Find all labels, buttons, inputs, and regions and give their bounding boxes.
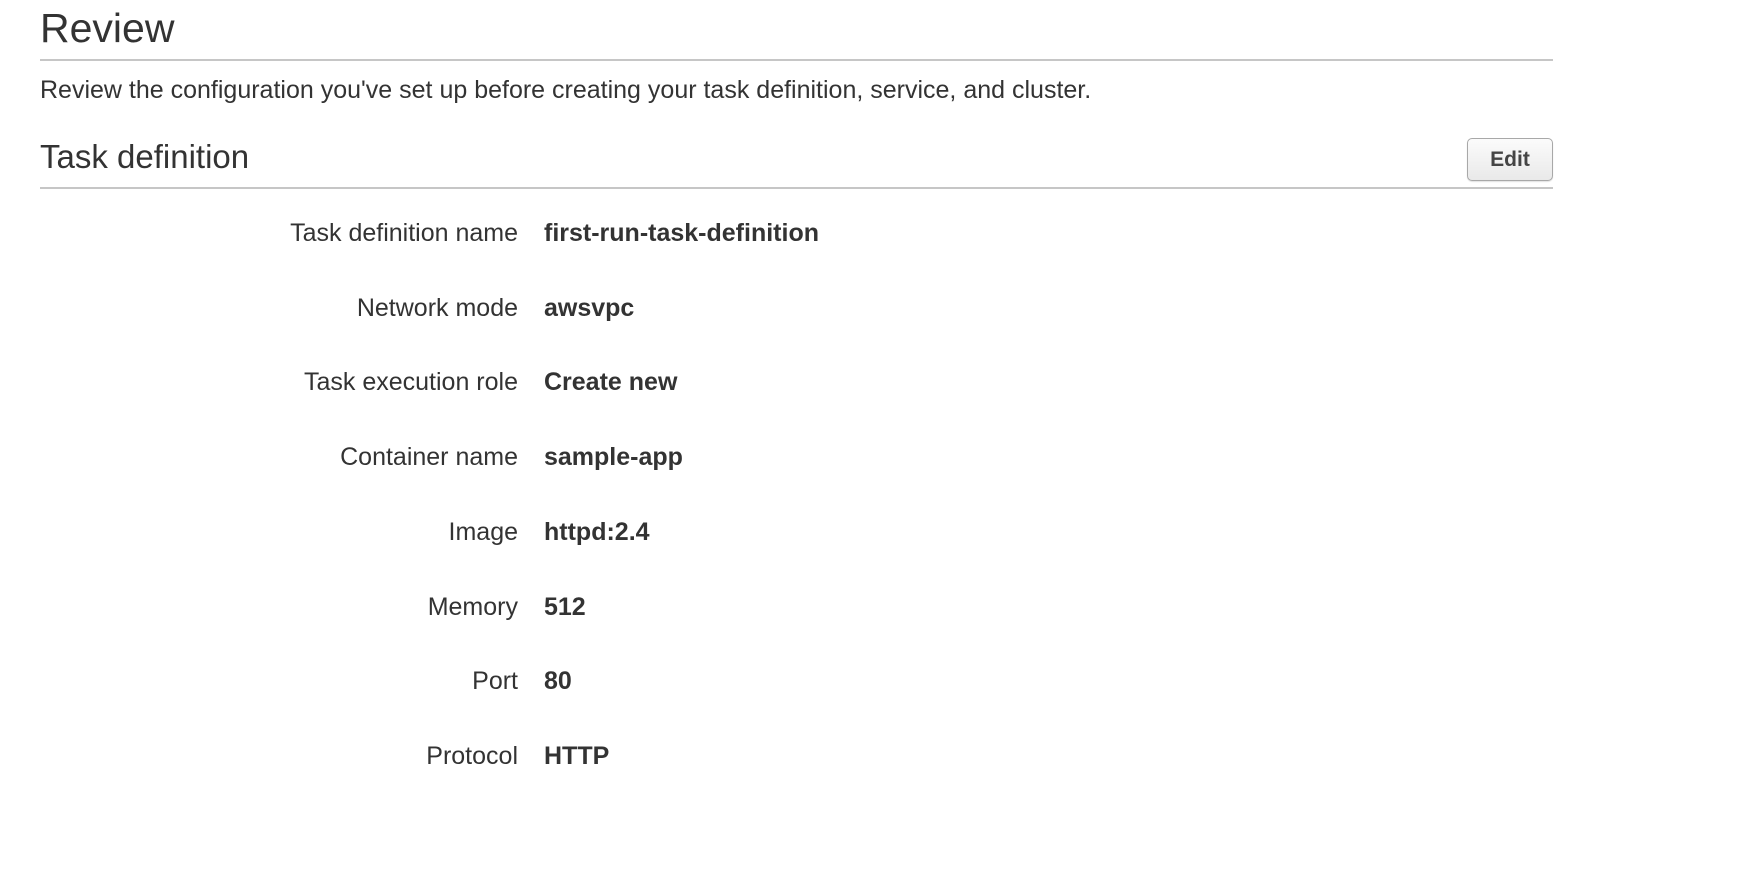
detail-label: Protocol bbox=[426, 742, 518, 770]
detail-value: sample-app bbox=[544, 443, 683, 471]
detail-value: Create new bbox=[544, 368, 678, 396]
detail-row-image: Image httpd:2.4 bbox=[40, 512, 1553, 552]
detail-row-network-mode: Network mode awsvpc bbox=[40, 288, 1553, 328]
page-description: Review the configuration you've set up b… bbox=[40, 76, 1092, 104]
detail-label: Task execution role bbox=[303, 368, 518, 396]
detail-row-task-execution-role: Task execution role Create new bbox=[40, 362, 1553, 402]
detail-label: Image bbox=[448, 518, 518, 546]
section-title-task-definition: Task definition bbox=[40, 138, 250, 175]
page-title: Review bbox=[40, 5, 175, 51]
detail-value: httpd:2.4 bbox=[544, 518, 650, 546]
detail-label: Memory bbox=[427, 593, 518, 621]
detail-label: Port bbox=[472, 667, 518, 695]
section-divider bbox=[40, 187, 1553, 189]
detail-value: awsvpc bbox=[544, 294, 635, 322]
detail-row-protocol: Protocol HTTP bbox=[40, 736, 1553, 776]
detail-row-port: Port 80 bbox=[40, 661, 1553, 701]
detail-label: Container name bbox=[340, 443, 518, 471]
detail-value: 80 bbox=[544, 667, 572, 695]
detail-label: Task definition name bbox=[290, 219, 518, 247]
detail-value: HTTP bbox=[544, 742, 610, 770]
detail-row-container-name: Container name sample-app bbox=[40, 437, 1553, 477]
detail-value: first-run-task-definition bbox=[544, 219, 819, 247]
detail-label: Network mode bbox=[356, 294, 518, 322]
detail-row-memory: Memory 512 bbox=[40, 587, 1553, 627]
detail-value: 512 bbox=[544, 593, 586, 621]
title-divider bbox=[40, 59, 1553, 61]
edit-task-definition-button[interactable]: Edit bbox=[1467, 138, 1553, 181]
detail-row-task-definition-name: Task definition name first-run-task-defi… bbox=[40, 213, 1553, 253]
